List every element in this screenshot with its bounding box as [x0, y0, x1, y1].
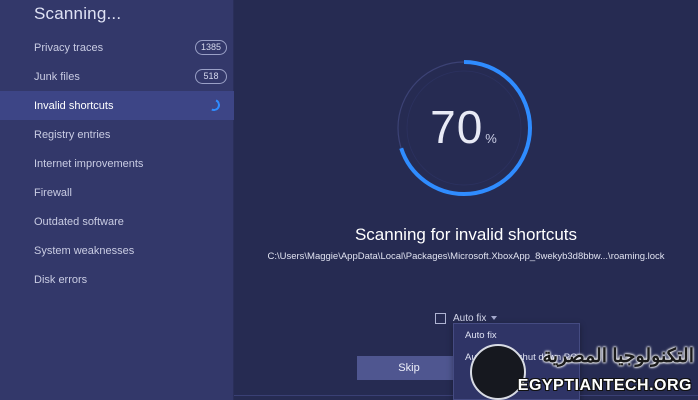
- current-scan-path: C:\Users\Maggie\AppData\Local\Packages\M…: [267, 251, 665, 262]
- sidebar-item-system-weaknesses[interactable]: System weaknesses: [0, 236, 234, 265]
- sidebar-item-label: Junk files: [34, 70, 80, 83]
- skip-button[interactable]: Skip: [357, 356, 461, 380]
- progress-unit: %: [485, 131, 498, 146]
- sidebar-item-label: Firewall: [34, 186, 72, 199]
- watermark-arabic-text: التكنولوجيا المصرية: [542, 346, 694, 367]
- progress-number: 70: [430, 101, 484, 153]
- watermark: التكنولوجيا المصرية EGYPTIANTECH.ORG: [470, 342, 698, 400]
- sidebar-item-label: System weaknesses: [34, 244, 135, 257]
- count-badge: 518: [195, 69, 227, 84]
- sidebar-item-internet-improvements[interactable]: Internet improvements: [0, 149, 234, 178]
- progress-percentage: 70%: [394, 100, 534, 154]
- sidebar-item-label: Internet improvements: [34, 157, 144, 170]
- scan-status-heading: Scanning for invalid shortcuts: [354, 225, 578, 244]
- sidebar-item-label: Invalid shortcuts: [34, 99, 114, 112]
- sidebar-item-label: Privacy traces: [34, 41, 104, 54]
- scan-panel: 70% Scanning for invalid shortcuts C:\Us…: [234, 0, 698, 400]
- sidebar-item-junk-files[interactable]: Junk files 518: [0, 62, 234, 91]
- count-badge: 1385: [194, 40, 227, 55]
- sidebar-title: Scanning...: [34, 4, 122, 23]
- sidebar-item-firewall[interactable]: Firewall: [0, 178, 234, 207]
- sidebar-item-privacy-traces[interactable]: Privacy traces 1385: [0, 33, 234, 62]
- sidebar-item-outdated-software[interactable]: Outdated software: [0, 207, 234, 236]
- watermark-latin-text: EGYPTIANTECH.ORG: [517, 377, 692, 394]
- sidebar-item-label: Registry entries: [34, 128, 111, 141]
- sidebar-item-disk-errors[interactable]: Disk errors: [0, 265, 234, 294]
- loading-spinner-icon: [206, 97, 222, 113]
- sidebar-item-invalid-shortcuts[interactable]: Invalid shortcuts: [0, 91, 234, 120]
- sidebar-item-label: Disk errors: [34, 273, 88, 286]
- autofix-label: Auto fix: [453, 312, 487, 324]
- sidebar-item-label: Outdated software: [34, 215, 124, 228]
- sidebar-item-registry-entries[interactable]: Registry entries: [0, 120, 234, 149]
- sidebar: Scanning... Privacy traces 1385 Junk fil…: [0, 0, 234, 400]
- autofix-checkbox[interactable]: [435, 312, 446, 324]
- chevron-down-icon[interactable]: [491, 316, 498, 320]
